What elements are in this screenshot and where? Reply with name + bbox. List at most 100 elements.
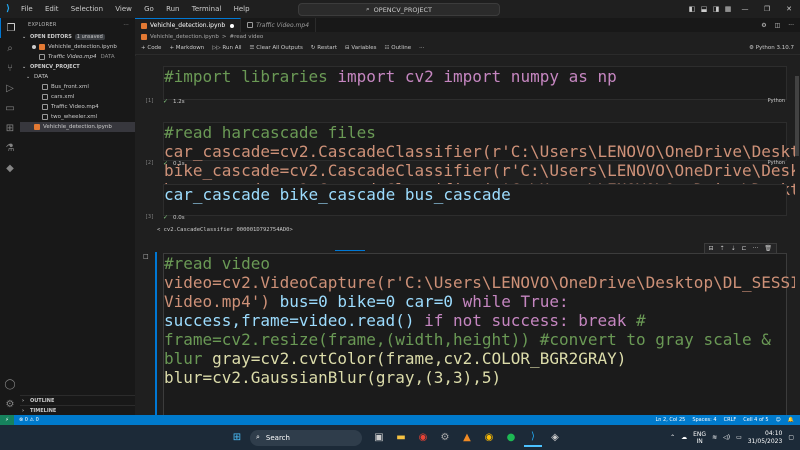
- more-actions-icon[interactable]: ···: [123, 22, 129, 28]
- task-view-icon[interactable]: ▣: [370, 429, 388, 447]
- execute-above-icon[interactable]: ⇡: [720, 245, 725, 252]
- breadcrumb-cell[interactable]: #read video: [230, 34, 264, 40]
- customize-layout-icon[interactable]: ▦: [722, 5, 734, 13]
- folder-item-data[interactable]: ⌄ DATA: [20, 72, 135, 82]
- toggle-panel-icon[interactable]: ⬓: [698, 5, 710, 13]
- file-item[interactable]: two_wheeler.xml: [20, 112, 135, 122]
- menu-terminal[interactable]: Terminal: [192, 5, 222, 13]
- line-ending[interactable]: CRLF: [724, 417, 737, 423]
- tab-video[interactable]: Traffic Video.mp4: [241, 18, 317, 32]
- close-icon[interactable]: ✕: [778, 5, 800, 13]
- search-icon[interactable]: ⌕: [0, 38, 20, 58]
- run-debug-icon[interactable]: ▷: [0, 78, 20, 98]
- feedback-icon[interactable]: ☺: [776, 417, 781, 423]
- menu-selection[interactable]: Selection: [71, 5, 103, 13]
- kernel-picker[interactable]: ⚙ Python 3.10.7: [749, 45, 794, 51]
- language-indicator[interactable]: ENG IN: [693, 431, 706, 445]
- chevron-up-icon[interactable]: ⌃: [670, 434, 675, 441]
- accounts-icon[interactable]: ◯: [0, 374, 20, 394]
- command-center-search[interactable]: ⌕ OPENCV_PROJECT: [298, 3, 500, 16]
- notification-center-icon[interactable]: ▢: [788, 434, 794, 441]
- open-editor-item[interactable]: Traffic Video.mp4 DATA: [20, 52, 135, 62]
- vlc-icon[interactable]: ▲: [458, 429, 476, 447]
- python-icon[interactable]: ◆: [0, 158, 20, 178]
- code-cell[interactable]: #import libraries import cv2 import nump…: [163, 66, 787, 100]
- restore-icon[interactable]: ❐: [756, 5, 778, 13]
- cursor-position[interactable]: Ln 2, Col 25: [656, 417, 686, 423]
- file-item-notebook[interactable]: Vehichle_detection.ipynb: [20, 122, 135, 132]
- cell-language[interactable]: Python: [768, 98, 785, 104]
- outline-button[interactable]: ☷ Outline: [385, 45, 412, 51]
- indentation[interactable]: Spaces: 4: [692, 417, 716, 423]
- chrome-icon[interactable]: ◉: [414, 429, 432, 447]
- tab-notebook[interactable]: Vehichle_detection.ipynb: [135, 18, 242, 32]
- run-all-button[interactable]: ▷▷ Run All: [212, 45, 241, 51]
- vscode-icon[interactable]: ⟩: [524, 429, 542, 447]
- open-editor-item[interactable]: Vehichle_detection.ipynb: [20, 42, 135, 52]
- more-actions-icon[interactable]: ···: [788, 22, 794, 29]
- cell-code[interactable]: #read video video=cv2.VideoCapture(r'C:\…: [164, 254, 795, 387]
- code-cell[interactable]: car_cascade bike_cascade bus_cascade: [163, 184, 787, 216]
- manage-gear-icon[interactable]: ⚙: [0, 394, 20, 414]
- file-explorer-icon[interactable]: ▬: [392, 429, 410, 447]
- toggle-sidebar-icon[interactable]: ◧: [686, 5, 698, 13]
- windows-start-icon[interactable]: ⊞: [228, 429, 246, 447]
- minimize-icon[interactable]: —: [734, 5, 756, 13]
- battery-icon[interactable]: ▭: [736, 434, 742, 441]
- toggle-secondary-sidebar-icon[interactable]: ◨: [710, 5, 722, 13]
- problems-indicator[interactable]: ⊗ 0 ⚠ 0: [19, 417, 39, 423]
- remote-explorer-icon[interactable]: ▭: [0, 98, 20, 118]
- run-by-line-icon[interactable]: ⊟: [709, 245, 714, 252]
- add-code-button[interactable]: + Code: [141, 45, 161, 51]
- clock[interactable]: 04:10 31/05/2023: [748, 430, 783, 446]
- notifications-bell-icon[interactable]: 🔔: [788, 417, 794, 423]
- file-item[interactable]: Bus_front.xml: [20, 82, 135, 92]
- file-item[interactable]: Traffic Video.mp4: [20, 102, 135, 112]
- cell-status: ✓ 0.1s: [163, 160, 185, 167]
- menu-go[interactable]: Go: [144, 5, 154, 13]
- more-actions-icon[interactable]: ···: [753, 245, 759, 252]
- menu-help[interactable]: Help: [234, 5, 250, 13]
- menu-file[interactable]: File: [21, 5, 33, 13]
- wifi-icon[interactable]: ≋: [712, 434, 717, 441]
- add-markdown-button[interactable]: + Markdown: [169, 45, 204, 51]
- taskbar-search[interactable]: ⌕ Search: [250, 429, 362, 446]
- execute-below-icon[interactable]: ⇣: [731, 245, 736, 252]
- settings-gear-icon[interactable]: ⚙: [436, 429, 454, 447]
- cell-language[interactable]: Python: [768, 160, 785, 166]
- explorer-icon[interactable]: ❐: [0, 18, 21, 38]
- onedrive-icon[interactable]: ☁: [681, 434, 687, 441]
- code-cell[interactable]: #read video video=cv2.VideoCapture(r'C:\…: [163, 253, 795, 415]
- volume-icon[interactable]: ◁): [723, 434, 730, 441]
- scrollbar-thumb[interactable]: [795, 76, 799, 156]
- file-item[interactable]: cars.xml: [20, 92, 135, 102]
- remote-icon[interactable]: ⚡: [0, 415, 14, 425]
- split-cell-icon[interactable]: ⊏: [742, 245, 747, 252]
- variables-button[interactable]: ⊟ Variables: [345, 45, 377, 51]
- chrome-profile-icon[interactable]: ◉: [480, 429, 498, 447]
- breadcrumb-file[interactable]: Vehichle_detection.ipynb: [150, 34, 219, 40]
- app-icon[interactable]: ◈: [546, 429, 564, 447]
- editor-scrollbar[interactable]: [795, 56, 800, 415]
- testing-icon[interactable]: ⚗: [0, 138, 20, 158]
- cell-code[interactable]: car_cascade bike_cascade bus_cascade: [164, 185, 786, 204]
- source-control-icon[interactable]: ⑂: [0, 58, 20, 78]
- cell-code[interactable]: #import libraries import cv2 import nump…: [164, 67, 786, 86]
- menu-run[interactable]: Run: [166, 5, 179, 13]
- cell-indicator[interactable]: Cell 4 of 5: [743, 417, 768, 423]
- spotify-icon[interactable]: ●: [502, 429, 520, 447]
- extensions-icon[interactable]: ⊞: [0, 118, 20, 138]
- settings-gear-icon[interactable]: ⚙: [761, 22, 766, 29]
- menu-edit[interactable]: Edit: [45, 5, 59, 13]
- restart-button[interactable]: ↻ Restart: [311, 45, 337, 51]
- project-section[interactable]: ⌄ OPENCV_PROJECT: [20, 62, 135, 72]
- notebook-icon: [34, 124, 40, 130]
- open-editors-section[interactable]: ⌄ OPEN EDITORS 1 unsaved: [20, 32, 135, 42]
- split-editor-icon[interactable]: ◫: [775, 22, 781, 29]
- code-cell[interactable]: #read harcascade files car_cascade=cv2.C…: [163, 122, 795, 199]
- clear-outputs-button[interactable]: ☰ Clear All Outputs: [250, 45, 303, 51]
- stop-cell-icon[interactable]: □: [143, 253, 149, 260]
- delete-cell-icon[interactable]: 🗑: [764, 245, 772, 252]
- menu-view[interactable]: View: [115, 5, 132, 13]
- more-actions-icon[interactable]: ···: [419, 45, 424, 51]
